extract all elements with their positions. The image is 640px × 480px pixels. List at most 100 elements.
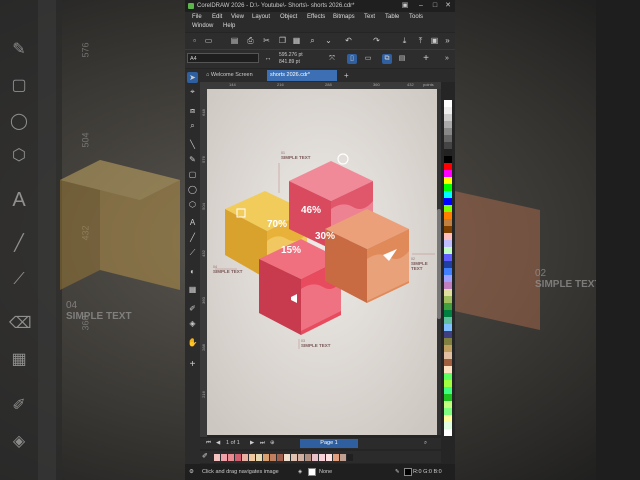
- palette-swatch[interactable]: [444, 163, 452, 170]
- close-icon[interactable]: ✕: [442, 0, 454, 12]
- artistic-media-icon[interactable]: ✎: [187, 154, 198, 165]
- interactive-fill-icon[interactable]: ◈: [187, 318, 198, 329]
- palette-swatch[interactable]: [444, 366, 452, 373]
- tab-welcome-screen[interactable]: ⌂ Welcome Screen: [203, 70, 265, 81]
- vertical-ruler[interactable]: 648 576 504 432 360 288 216: [200, 82, 207, 437]
- document-swatch[interactable]: [256, 454, 262, 461]
- drawing-canvas[interactable]: 70% 46% 15% 30% 01 SIMPLE TEXT 02 SIMPLE…: [207, 89, 437, 435]
- palette-swatch[interactable]: [444, 135, 452, 142]
- document-swatch[interactable]: [312, 454, 318, 461]
- palette-swatch[interactable]: [444, 429, 452, 436]
- transparency-tool-icon[interactable]: ▦: [187, 284, 198, 295]
- palette-swatch[interactable]: [444, 170, 452, 177]
- palette-swatch[interactable]: [444, 240, 452, 247]
- palette-swatch[interactable]: [444, 233, 452, 240]
- zoom-icon[interactable]: ⌕: [424, 438, 427, 449]
- palette-swatch[interactable]: [444, 352, 452, 359]
- palette-swatch[interactable]: [444, 275, 452, 282]
- page-size-select[interactable]: A4: [187, 53, 259, 63]
- last-page-icon[interactable]: ⏭: [260, 438, 265, 449]
- palette-swatch[interactable]: [444, 310, 452, 317]
- freehand-tool-icon[interactable]: ╲: [187, 139, 198, 150]
- menu-object[interactable]: Object: [280, 14, 297, 20]
- document-swatch[interactable]: [333, 454, 339, 461]
- document-swatch[interactable]: [298, 454, 304, 461]
- document-swatch[interactable]: [319, 454, 325, 461]
- palette-swatch[interactable]: [444, 296, 452, 303]
- page-height-field[interactable]: 841.89 pt: [279, 59, 300, 65]
- menu-layout[interactable]: Layout: [252, 14, 270, 20]
- document-swatch[interactable]: [305, 454, 311, 461]
- palette-swatch[interactable]: [444, 268, 452, 275]
- menu-view[interactable]: View: [231, 14, 244, 20]
- more-icon[interactable]: »: [442, 54, 452, 64]
- palette-swatch[interactable]: [444, 415, 452, 422]
- palette-swatch[interactable]: [444, 100, 452, 107]
- document-swatch[interactable]: [214, 454, 220, 461]
- undo-icon[interactable]: ↶: [343, 35, 354, 46]
- palette-swatch[interactable]: [444, 226, 452, 233]
- palette-swatch[interactable]: [444, 254, 452, 261]
- crop-tool-icon[interactable]: ⧈: [187, 105, 198, 116]
- tab-document[interactable]: shorts 2026.cdr*: [267, 70, 337, 81]
- palette-swatch[interactable]: [444, 198, 452, 205]
- palette-swatch[interactable]: [444, 359, 452, 366]
- palette-swatch[interactable]: [444, 282, 452, 289]
- palette-swatch[interactable]: [444, 177, 452, 184]
- document-swatch[interactable]: [284, 454, 290, 461]
- new-tab-button[interactable]: +: [341, 70, 351, 81]
- document-swatch[interactable]: [263, 454, 269, 461]
- palette-swatch[interactable]: [444, 401, 452, 408]
- smart-fill-icon[interactable]: ✋: [187, 337, 198, 348]
- add-icon[interactable]: +: [421, 54, 431, 64]
- eyedropper-icon[interactable]: ✐: [202, 452, 208, 460]
- eyedropper-tool-icon[interactable]: ✐: [187, 303, 198, 314]
- open-icon[interactable]: ▭: [203, 35, 214, 46]
- paste-icon[interactable]: ▦: [291, 35, 302, 46]
- transform-icon[interactable]: ⤧: [327, 54, 337, 64]
- palette-swatch[interactable]: [444, 317, 452, 324]
- outline-swatch[interactable]: [404, 468, 412, 476]
- copy-icon[interactable]: ❐: [277, 35, 288, 46]
- document-swatch[interactable]: [291, 454, 297, 461]
- vertical-scrollbar[interactable]: [437, 89, 441, 435]
- add-page-icon[interactable]: ⊕: [270, 438, 275, 449]
- save-icon[interactable]: ▤: [229, 35, 240, 46]
- palette-swatch[interactable]: [444, 128, 452, 135]
- menu-tools[interactable]: Tools: [409, 14, 423, 20]
- menu-window[interactable]: Window: [192, 23, 213, 29]
- chevron-down-icon[interactable]: ⌄: [323, 35, 334, 46]
- search-icon[interactable]: ⌕: [307, 35, 318, 46]
- document-swatch[interactable]: [221, 454, 227, 461]
- palette-swatch[interactable]: [444, 149, 452, 156]
- palette-swatch[interactable]: [444, 114, 452, 121]
- minimize-icon[interactable]: –: [415, 0, 427, 12]
- palette-swatch[interactable]: [444, 380, 452, 387]
- palette-swatch[interactable]: [444, 121, 452, 128]
- menu-file[interactable]: File: [192, 14, 202, 20]
- screen-icon[interactable]: ▣: [399, 0, 411, 12]
- palette-swatch[interactable]: [444, 373, 452, 380]
- menu-effects[interactable]: Effects: [307, 14, 325, 20]
- document-swatch[interactable]: [270, 454, 276, 461]
- pick-tool-icon[interactable]: ➤: [187, 72, 198, 83]
- document-swatch[interactable]: [249, 454, 255, 461]
- document-swatch[interactable]: [326, 454, 332, 461]
- palette-swatch[interactable]: [444, 422, 452, 429]
- palette-swatch[interactable]: [444, 156, 452, 163]
- maximize-icon[interactable]: □: [429, 0, 441, 12]
- menu-text[interactable]: Text: [364, 14, 375, 20]
- next-page-icon[interactable]: ▶: [250, 438, 254, 449]
- palette-swatch[interactable]: [444, 345, 452, 352]
- palette-swatch[interactable]: [444, 184, 452, 191]
- menu-help[interactable]: Help: [223, 23, 235, 29]
- prev-page-icon[interactable]: ◀: [216, 438, 220, 449]
- menu-bitmaps[interactable]: Bitmaps: [333, 14, 355, 20]
- parallel-dimension-icon[interactable]: ╱: [187, 232, 198, 243]
- zoom-tool-icon[interactable]: ⌕: [187, 120, 198, 131]
- import-icon[interactable]: ⤓: [399, 35, 410, 46]
- menu-edit[interactable]: Edit: [212, 14, 222, 20]
- page-tab[interactable]: Page 1: [300, 439, 358, 448]
- horizontal-ruler[interactable]: 144 216 288 360 432 points: [207, 82, 441, 89]
- palette-swatch[interactable]: [444, 394, 452, 401]
